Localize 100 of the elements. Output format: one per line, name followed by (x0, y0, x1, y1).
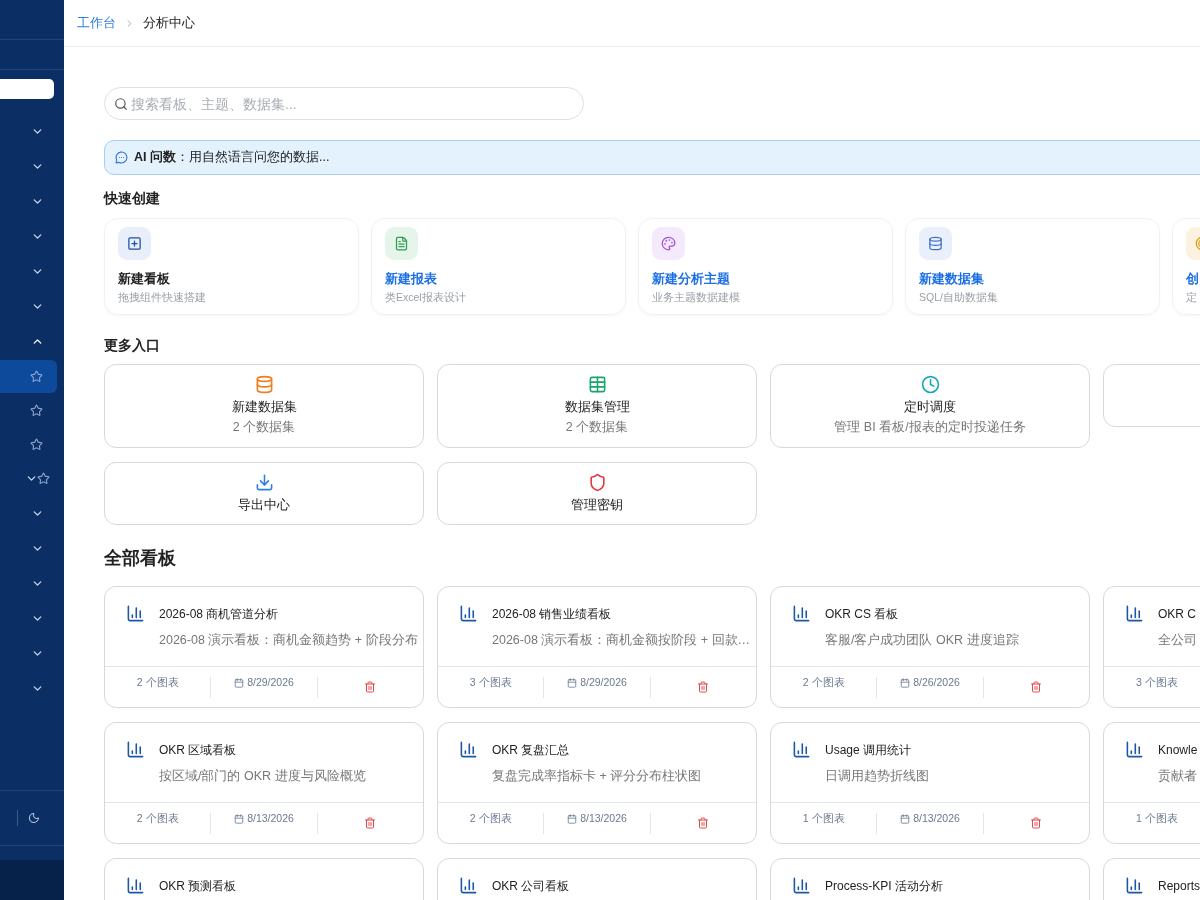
dashboard-card[interactable]: Reports (1103, 858, 1200, 900)
dashboard-date: 8/13/2026 (913, 811, 960, 827)
calendar-icon (567, 814, 578, 825)
dashboard-title: 2026-08 销售业绩看板 (492, 605, 612, 623)
card-title: 新建分析主题 (652, 270, 731, 288)
dashboard-title: OKR CS 看板 (825, 605, 899, 623)
sidebar-footer (0, 860, 64, 900)
quick-create-card[interactable]: 新建分析主题 业务主题数据建模 (638, 218, 893, 315)
dashboard-title: Process-KPI 活动分析 (825, 877, 944, 895)
dashboard-card[interactable]: 2026-08 商机管道分析 2026-08 演示看板：商机金额趋势 + 阶段分布 2 个图表 8/29/2026 (104, 586, 424, 709)
card-title: 新建数据集 (919, 271, 985, 288)
bar-chart-icon (459, 876, 478, 896)
dashboard-description: 按区域/部门的 OKR 进度与风险概览 (159, 768, 367, 786)
dashboard-card[interactable]: OKR 公司看板 (437, 858, 757, 900)
database-icon (919, 227, 952, 260)
table-icon (587, 375, 607, 394)
palette-icon (652, 227, 685, 260)
card-subtitle: 定 (1186, 289, 1198, 305)
dashboard-title: OKR 区域看板 (159, 741, 237, 759)
quick-create-card[interactable]: 新建看板 拖拽组件快速搭建 (104, 218, 359, 315)
star-icon[interactable] (30, 438, 43, 451)
bar-chart-icon (126, 604, 145, 624)
bar-chart-icon (1125, 604, 1144, 624)
ai-ask-bar[interactable]: AI 问数：用自然语言问您的数据... (104, 140, 1200, 175)
delete-button[interactable] (1030, 681, 1043, 694)
entry-card[interactable]: 管理密钥 (437, 461, 757, 526)
dashboard-card[interactable]: 2026-08 销售业绩看板 2026-08 演示看板：商机金额按阶段 + 回款… 3 个图表 8/29/2026 (437, 586, 757, 709)
entry-subtitle: 2 个数据集 (565, 418, 629, 436)
card-title: 创 (1186, 271, 1200, 288)
section-title: 全部看板 (104, 547, 177, 571)
entry-title: 定时调度 (904, 399, 956, 416)
quick-create-card[interactable]: 新建报表 类Excel报表设计 (371, 218, 626, 315)
calendar-icon (900, 678, 911, 689)
card-title: 新建看板 (118, 271, 171, 288)
dashboard-title: OKR 复盘汇总 (492, 741, 570, 759)
calendar-icon (234, 814, 245, 825)
dashboard-card[interactable]: OKR 复盘汇总 复盘完成率指标卡 + 评分分布柱状图 2 个图表 8/13/2026 (437, 722, 757, 845)
entry-card[interactable]: 新建数据集 2 个数据集 (104, 364, 424, 448)
delete-button[interactable] (364, 817, 377, 830)
bar-chart-icon (126, 876, 145, 896)
dashboard-title: Knowle (1158, 741, 1198, 759)
calendar-icon (567, 678, 578, 689)
search-field[interactable]: 搜索看板、主题、数据集... (104, 87, 584, 120)
entry-title: 管理密钥 (571, 496, 623, 514)
dashboard-date: 8/26/2026 (913, 675, 960, 691)
entry-title: 新建数据集 (231, 399, 297, 416)
dashboard-card[interactable]: Usage 调用统计 日调用趋势折线图 1 个图表 8/13/2026 (770, 722, 1090, 845)
dashboard-title: OKR 公司看板 (492, 877, 570, 895)
dashboard-title: Reports (1158, 877, 1200, 895)
bar-chart-icon (1125, 876, 1144, 896)
chart-count: 1 个图表 (802, 811, 845, 827)
quick-create-card[interactable]: 新建数据集 SQL/自助数据集 (905, 218, 1160, 315)
dashboard-card[interactable]: OKR 预测看板 (104, 858, 424, 900)
dashboard-card[interactable]: Process-KPI 活动分析 (770, 858, 1090, 900)
sidebar-subitem[interactable] (0, 360, 57, 393)
delete-button[interactable] (697, 681, 710, 694)
card-subtitle: SQL/自助数据集 (919, 289, 999, 305)
moon-icon[interactable] (28, 812, 40, 824)
section-title: 更多入口 (104, 336, 161, 355)
dashboard-card[interactable]: OKR CS 看板 客服/客户成功团队 OKR 进度追踪 2 个图表 8/26/2026 (770, 586, 1090, 709)
dashboard-date: 8/13/2026 (580, 811, 627, 827)
sidebar-search-field[interactable] (0, 79, 54, 99)
breadcrumb-link[interactable]: 工作台 (77, 13, 116, 33)
bar-chart-icon (459, 740, 478, 760)
chart-count: 3 个图表 (1135, 675, 1178, 691)
delete-button[interactable] (364, 681, 377, 694)
entry-card[interactable]: 定时调度 管理 BI 看板/报表的定时投递任务 (770, 364, 1090, 448)
dashboard-description: 复盘完成率指标卡 + 评分分布柱状图 (492, 768, 703, 786)
entry-card[interactable]: 导出中心 (104, 461, 424, 526)
dashboard-card[interactable]: OKR 区域看板 按区域/部门的 OKR 进度与风险概览 2 个图表 8/13/2026 (104, 722, 424, 845)
dashboard-description: 贡献者 (1158, 768, 1198, 786)
bar-chart-icon (792, 604, 811, 624)
delete-button[interactable] (1030, 817, 1043, 830)
quick-create-card[interactable]: 创 定 (1172, 218, 1200, 315)
bar-chart-icon (1125, 740, 1144, 760)
chat-bubble-icon (115, 151, 128, 164)
dashboard-card[interactable]: Knowle 贡献者 1 个图表 (1103, 722, 1200, 845)
dashboard-description: 全公司 (1158, 632, 1198, 650)
bar-chart-icon (792, 740, 811, 760)
card-subtitle: 类Excel报表设计 (385, 289, 467, 305)
star-icon[interactable] (30, 370, 43, 383)
dashboard-description: 2026-08 演示看板：商机金额按阶段 + 回款… (492, 632, 752, 650)
entry-card[interactable]: 数据集管理 2 个数据集 (437, 364, 757, 448)
calendar-icon (234, 678, 245, 689)
dashboard-description: 2026-08 演示看板：商机金额趋势 + 阶段分布 (159, 632, 419, 650)
bar-chart-icon (126, 740, 145, 760)
chart-count: 2 个图表 (136, 811, 179, 827)
chart-count: 2 个图表 (136, 675, 179, 691)
star-icon[interactable] (30, 404, 43, 417)
download-icon (254, 472, 274, 492)
entry-subtitle: 2 个数据集 (232, 418, 296, 436)
dashboard-date: 8/13/2026 (247, 811, 294, 827)
dashboard-description: 日调用趋势折线图 (825, 768, 930, 786)
delete-button[interactable] (697, 817, 710, 830)
chart-count: 3 个图表 (469, 675, 512, 691)
ai-ask-text: AI 问数：用自然语言问您的数据... (134, 149, 330, 167)
star-icon[interactable] (37, 472, 50, 485)
calendar-icon (900, 814, 911, 825)
dashboard-card[interactable]: OKR C 全公司 3 个图表 (1103, 586, 1200, 709)
document-icon (385, 227, 418, 260)
